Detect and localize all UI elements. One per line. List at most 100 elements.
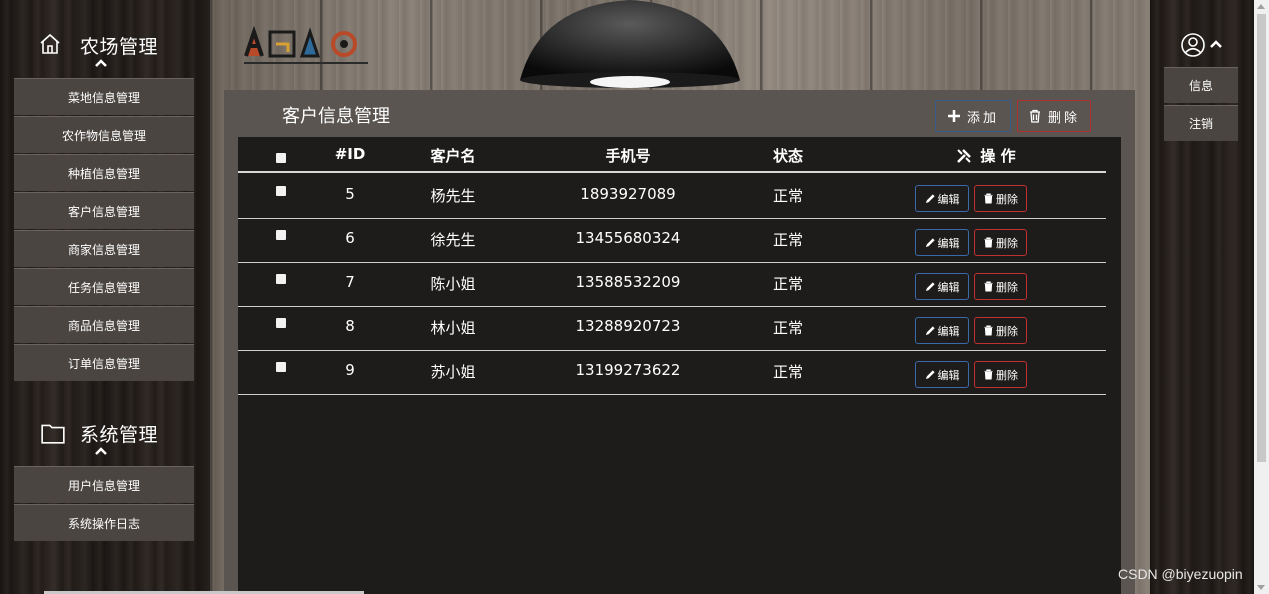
edit-button-label: 编辑 [937, 368, 960, 382]
cell-phone: 13588532209 [575, 273, 681, 291]
cell-id: 8 [345, 317, 355, 335]
pencil-icon [925, 238, 935, 248]
table-row: 8 林小姐 13288920723 正常 编辑 删除 [238, 307, 1106, 351]
user-circle-icon[interactable] [1180, 32, 1206, 58]
trash-icon [1029, 109, 1040, 123]
scroll-down-arrow[interactable] [1257, 585, 1265, 590]
edit-button[interactable]: 编辑 [915, 273, 969, 300]
header-name: 客户名 [430, 147, 476, 165]
folder-icon [41, 424, 65, 444]
row-delete-button[interactable]: 删除 [974, 317, 1027, 344]
header-operation: 操 作 [906, 145, 1066, 166]
cell-name: 徐先生 [430, 231, 476, 249]
row-delete-button[interactable]: 删除 [974, 361, 1027, 388]
chevron-up-icon[interactable] [94, 58, 108, 68]
chevron-up-icon[interactable] [94, 446, 108, 456]
row-checkbox[interactable] [276, 186, 286, 196]
edit-button-label: 编辑 [937, 192, 960, 206]
sidebar-item[interactable]: 菜地信息管理 [14, 78, 194, 115]
pencil-icon [925, 326, 935, 336]
trash-icon [984, 325, 993, 336]
row-delete-button[interactable]: 删除 [974, 273, 1027, 300]
tools-icon [957, 148, 972, 163]
user-info-item[interactable]: 信息 [1164, 67, 1238, 103]
sidebar-item[interactable]: 客户信息管理 [14, 192, 194, 229]
chevron-up-icon[interactable] [1210, 40, 1222, 48]
table-row: 6 徐先生 13455680324 正常 编辑 删除 [238, 219, 1106, 263]
row-checkbox[interactable] [276, 362, 286, 372]
header-id: #ID [334, 145, 366, 163]
cell-name: 林小姐 [430, 319, 476, 337]
farm-management-header[interactable]: 农场管理 [14, 0, 194, 78]
cell-phone: 13199273622 [575, 361, 681, 379]
farm-management-title: 农场管理 [80, 36, 159, 58]
cell-id: 9 [345, 361, 355, 379]
row-checkbox[interactable] [276, 230, 286, 240]
page-title: 客户信息管理 [282, 106, 390, 127]
lamp-image [520, 0, 740, 88]
delete-button[interactable]: 删除 [1017, 100, 1091, 132]
header-operation-label: 操 作 [980, 147, 1016, 165]
home-icon [40, 33, 60, 54]
row-delete-button-label: 删除 [996, 368, 1018, 382]
cell-phone: 13288920723 [575, 317, 681, 335]
edit-button[interactable]: 编辑 [915, 361, 969, 388]
row-delete-button[interactable]: 删除 [974, 185, 1027, 212]
sidebar: 农场管理 菜地信息管理 农作物信息管理 种植信息管理 客户信息管理 商家信息管理 任务信息… [0, 0, 210, 594]
row-delete-button-label: 删除 [996, 324, 1018, 338]
add-button[interactable]: 添加 [935, 100, 1011, 132]
table-row: 5 杨先生 1893927089 正常 编辑 删除 [238, 175, 1106, 219]
system-management-header[interactable]: 系统管理 [14, 388, 194, 466]
edit-button-label: 编辑 [937, 324, 960, 338]
table-header: #ID 客户名 手机号 状态 操 作 [238, 137, 1106, 173]
trash-icon [984, 369, 993, 380]
row-delete-button-label: 删除 [996, 280, 1018, 294]
pencil-icon [925, 282, 935, 292]
sidebar-item[interactable]: 商品信息管理 [14, 306, 194, 343]
edit-button-label: 编辑 [937, 280, 960, 294]
delete-button-label: 删除 [1047, 110, 1080, 126]
header-phone: 手机号 [605, 147, 651, 165]
sidebar-item[interactable]: 种植信息管理 [14, 154, 194, 191]
cell-name: 苏小姐 [430, 363, 476, 381]
edit-button[interactable]: 编辑 [915, 185, 969, 212]
cell-phone: 1893927089 [580, 185, 676, 203]
sidebar-item[interactable]: 系统操作日志 [14, 504, 194, 541]
system-management-title: 系统管理 [80, 424, 159, 446]
edit-button[interactable]: 编辑 [915, 229, 969, 256]
cell-phone: 13455680324 [575, 229, 681, 247]
trash-icon [984, 281, 993, 292]
trash-icon [984, 237, 993, 248]
edit-button[interactable]: 编辑 [915, 317, 969, 344]
sidebar-item[interactable]: 用户信息管理 [14, 466, 194, 503]
row-checkbox[interactable] [276, 318, 286, 328]
logout-item[interactable]: 注销 [1164, 105, 1238, 141]
scroll-up-arrow[interactable] [1257, 4, 1265, 9]
sidebar-item[interactable]: 农作物信息管理 [14, 116, 194, 153]
sidebar-item[interactable]: 订单信息管理 [14, 344, 194, 381]
user-panel: 信息 注销 [1150, 0, 1254, 594]
row-delete-button[interactable]: 删除 [974, 229, 1027, 256]
cell-name: 杨先生 [430, 187, 476, 205]
cell-status: 正常 [772, 231, 803, 249]
row-delete-button-label: 删除 [996, 192, 1018, 206]
cell-name: 陈小姐 [430, 275, 476, 293]
trash-icon [984, 193, 993, 204]
select-all-checkbox[interactable] [276, 153, 286, 163]
header-status: 状态 [772, 147, 803, 165]
sidebar-item[interactable]: 商家信息管理 [14, 230, 194, 267]
table-row: 7 陈小姐 13588532209 正常 编辑 删除 [238, 263, 1106, 307]
farm-management-section: 农场管理 菜地信息管理 农作物信息管理 种植信息管理 客户信息管理 商家信息管理 任务信息… [14, 0, 194, 382]
vertical-scrollbar[interactable] [1254, 0, 1269, 594]
customer-table: #ID 客户名 手机号 状态 操 作 5 杨先生 1893927089 正常 编… [238, 137, 1121, 594]
scrollbar-thumb[interactable] [1257, 14, 1266, 462]
cell-status: 正常 [772, 319, 803, 337]
cell-id: 6 [345, 229, 355, 247]
edit-button-label: 编辑 [937, 236, 960, 250]
row-delete-button-label: 删除 [996, 236, 1018, 250]
sidebar-item[interactable]: 任务信息管理 [14, 268, 194, 305]
watermark: CSDN @biyezuopin [1118, 566, 1243, 582]
row-checkbox[interactable] [276, 274, 286, 284]
table-row: 9 苏小姐 13199273622 正常 编辑 删除 [238, 351, 1106, 395]
system-management-section: 系统管理 用户信息管理 系统操作日志 [14, 388, 194, 542]
